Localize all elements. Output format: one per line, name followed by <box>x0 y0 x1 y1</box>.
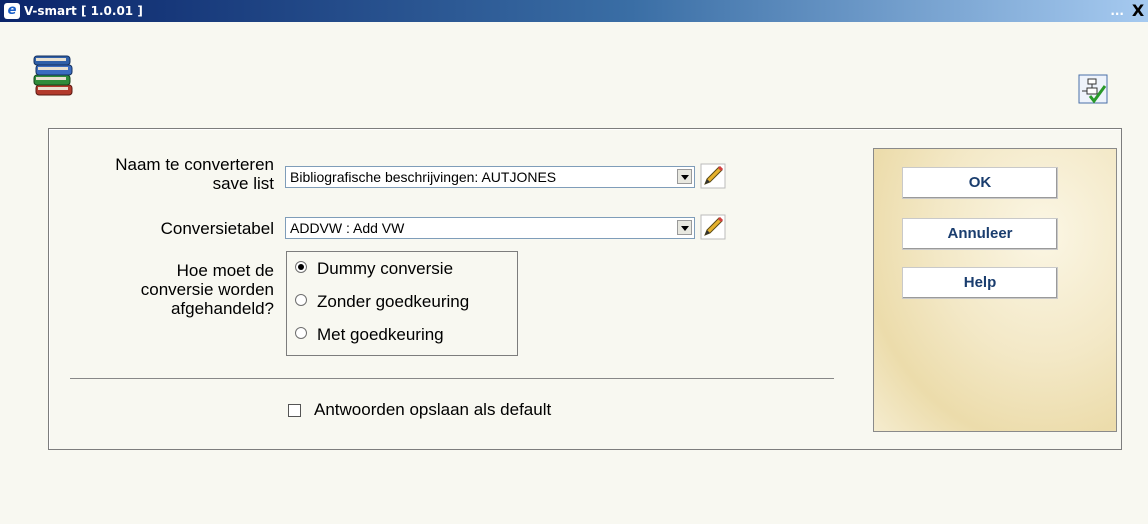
save-default-label: Antwoorden opslaan als default <box>314 400 552 419</box>
radio-button[interactable] <box>295 327 307 339</box>
radio-button[interactable] <box>295 294 307 306</box>
chevron-down-icon[interactable] <box>677 169 692 184</box>
conversion-table-select[interactable]: ADDVW : Add VW <box>285 217 695 239</box>
conversion-table-value: ADDVW : Add VW <box>290 220 405 236</box>
radio-zonder-goedkeuring[interactable]: Zonder goedkeuring <box>295 292 469 312</box>
conversion-table-label: Conversietabel <box>160 219 274 238</box>
pencil-icon[interactable] <box>700 214 726 240</box>
close-button[interactable]: X <box>1128 1 1148 21</box>
window-titlebar: e V-smart [ 1.0.01 ] ... X <box>0 0 1148 22</box>
radio-met-goedkeuring[interactable]: Met goedkeuring <box>295 325 444 345</box>
button-panel: OK Annuleer Help <box>873 148 1117 432</box>
cancel-button[interactable]: Annuleer <box>902 218 1058 250</box>
ok-button[interactable]: OK <box>902 167 1058 199</box>
books-icon <box>33 55 73 96</box>
flowchart-check-icon[interactable] <box>1078 74 1108 104</box>
pencil-icon[interactable] <box>700 163 726 189</box>
window-title: V-smart [ 1.0.01 ] <box>24 4 143 18</box>
savelist-label: Naam te converteren save list <box>115 155 274 193</box>
handling-label: Hoe moet de conversie worden afgehandeld… <box>140 261 274 318</box>
minimize-button[interactable]: ... <box>1110 0 1124 22</box>
handling-radio-group: Dummy conversie Zonder goedkeuring Met g… <box>286 251 518 356</box>
save-default-checkbox[interactable] <box>288 404 301 417</box>
savelist-select[interactable]: Bibliografische beschrijvingen: AUTJONES <box>285 166 695 188</box>
help-button[interactable]: Help <box>902 267 1058 299</box>
radio-dummy-conversie[interactable]: Dummy conversie <box>295 259 453 279</box>
app-icon: e <box>4 3 20 19</box>
chevron-down-icon[interactable] <box>677 220 692 235</box>
savelist-select-value: Bibliografische beschrijvingen: AUTJONES <box>290 169 557 185</box>
radio-button-selected[interactable] <box>295 261 307 273</box>
divider <box>70 378 834 379</box>
